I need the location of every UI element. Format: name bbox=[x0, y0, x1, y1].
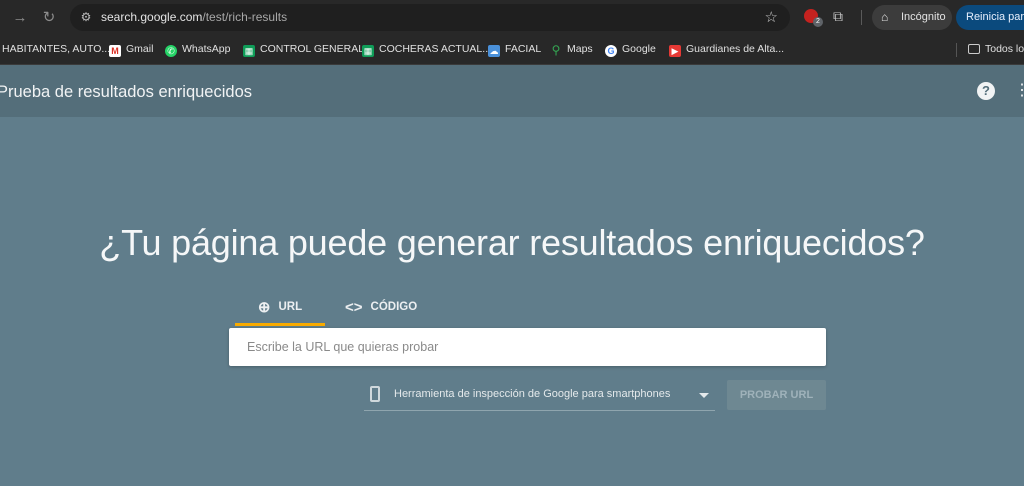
extensions-puzzle-icon[interactable]: ⧉ bbox=[833, 8, 843, 25]
youtube-icon: ▶ bbox=[669, 45, 681, 57]
bookmark-item[interactable]: ✆ WhatsApp bbox=[165, 35, 230, 64]
all-bookmarks-button[interactable]: Todos lo bbox=[968, 35, 1024, 64]
extension-icon[interactable]: 2 bbox=[804, 9, 823, 27]
bookmark-item[interactable]: ⚲ Maps bbox=[550, 35, 593, 64]
google-icon: G bbox=[605, 45, 617, 57]
site-info-icon[interactable]: ⚙ bbox=[78, 9, 94, 25]
bookmark-item[interactable]: G Google bbox=[605, 35, 656, 64]
sheets-icon: ▦ bbox=[362, 45, 374, 57]
browser-toolbar: → ↻ ⚙ search.google.com/test/rich-result… bbox=[0, 0, 1024, 35]
toolbar-divider bbox=[861, 10, 862, 25]
tab-code[interactable]: <> CÓDIGO bbox=[345, 290, 435, 326]
cloud-icon: ☁ bbox=[488, 45, 500, 57]
more-options-icon[interactable]: ⋮ bbox=[1014, 81, 1024, 101]
dropdown-arrow-icon bbox=[699, 393, 709, 398]
incognito-button[interactable]: ⌂ Incógnito bbox=[872, 5, 952, 30]
globe-icon: ⊕ bbox=[257, 299, 271, 316]
page-title: Prueba de resultados enriquecidos bbox=[0, 83, 253, 101]
bookmarks-divider bbox=[956, 43, 957, 57]
bookmarks-bar: HABITANTES, AUTO... M Gmail ✆ WhatsApp ▦ CO… bbox=[0, 35, 1024, 65]
bookmark-item[interactable]: M Gmail bbox=[109, 35, 153, 64]
address-bar[interactable]: ⚙ search.google.com/test/rich-results ☆ bbox=[70, 4, 790, 31]
reload-icon[interactable]: ↻ bbox=[38, 7, 60, 29]
incognito-label: Incógnito bbox=[901, 11, 946, 23]
bookmark-item[interactable]: ▦ COCHERAS ACTUAL... bbox=[362, 35, 491, 64]
incognito-icon: ⌂ bbox=[881, 10, 889, 24]
test-url-button[interactable]: PROBAR URL bbox=[727, 380, 826, 410]
bookmark-star-icon[interactable]: ☆ bbox=[765, 8, 778, 26]
bookmark-item[interactable]: ▶ Guardianes de Alta... bbox=[669, 35, 784, 64]
inspection-tool-select[interactable]: Herramienta de inspección de Google para… bbox=[364, 380, 715, 411]
relaunch-button[interactable]: Reinicia para bbox=[956, 5, 1024, 30]
inspection-tool-value: Herramienta de inspección de Google para… bbox=[394, 388, 671, 400]
address-text[interactable]: search.google.com/test/rich-results bbox=[101, 10, 287, 24]
smartphone-icon bbox=[370, 386, 380, 402]
maps-icon: ⚲ bbox=[551, 43, 561, 57]
whatsapp-icon: ✆ bbox=[165, 45, 177, 57]
sheets-icon: ▦ bbox=[243, 45, 255, 57]
extension-badge-count: 2 bbox=[813, 17, 823, 27]
active-tab-indicator bbox=[235, 323, 325, 326]
folder-icon bbox=[968, 44, 980, 54]
url-input[interactable] bbox=[229, 328, 826, 366]
forward-icon[interactable]: → bbox=[9, 7, 31, 29]
tab-url[interactable]: ⊕ URL bbox=[235, 290, 325, 326]
app-header: Prueba de resultados enriquecidos bbox=[0, 65, 1024, 117]
bookmark-item[interactable]: HABITANTES, AUTO... bbox=[2, 35, 110, 64]
bookmark-item[interactable]: ▦ CONTROL GENERAL bbox=[243, 35, 364, 64]
code-icon: <> bbox=[345, 299, 363, 316]
help-icon[interactable]: ? bbox=[977, 82, 995, 100]
bookmark-item[interactable]: ☁ FACIAL bbox=[488, 35, 541, 64]
main-headline: ¿Tu página puede generar resultados enri… bbox=[99, 222, 925, 263]
gmail-icon: M bbox=[109, 45, 121, 57]
